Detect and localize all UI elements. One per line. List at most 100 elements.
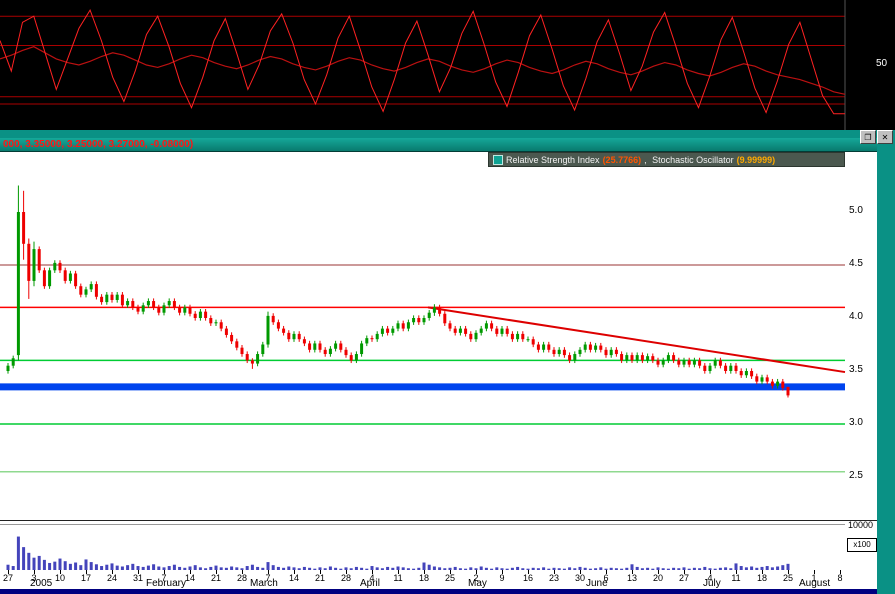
candle-body [215,322,218,323]
candle-body [527,339,530,340]
candle-body [636,355,639,360]
candle-body [464,329,467,334]
legend-window-icon [493,155,503,165]
month-label: March [250,579,278,589]
volume-bar [267,562,270,570]
candle-body [246,354,249,360]
price-chart-panel [0,152,877,520]
month-label: June [586,579,608,589]
candle-body [147,301,150,305]
candle-body [225,329,228,335]
candle-body [745,371,748,375]
candle-body [293,334,296,339]
candle-body [90,284,93,289]
candle-body [277,322,280,328]
week-label: 25 [779,573,797,583]
candle-body [33,249,36,281]
candle-body [724,366,727,371]
volume-bar [59,559,62,570]
candle-body [402,323,405,328]
candle-body [313,343,316,349]
candle-body [69,273,72,280]
week-label: 13 [623,573,641,583]
week-label: 17 [77,573,95,583]
week-label: 28 [233,573,251,583]
candle-body [449,323,452,328]
candle-body [521,334,524,339]
candle-body [667,355,670,360]
week-label: 27 [675,573,693,583]
candle-body [59,263,62,270]
candle-body [27,244,30,281]
downtrend-line [428,307,845,372]
candle-body [272,316,275,322]
candle-body [178,307,181,312]
legend-value-stochastic: (9.99999) [737,155,776,165]
volume-bar [48,563,51,570]
week-label: 21 [207,573,225,583]
close-icon: ✕ [882,133,889,142]
candle-body [391,329,394,333]
candle-body [345,350,348,355]
restore-window-button[interactable]: ❐ [860,130,876,144]
panel-divider [0,130,895,138]
indicator-legend: Relative Strength Index (25.7766) , Stoc… [488,152,845,167]
month-label: 2005 [30,579,52,589]
candle-body [365,338,368,343]
window-frame-right [877,138,895,594]
legend-separator: , [644,155,649,165]
candle-body [438,307,441,313]
candle-body [755,376,758,381]
candle-body [516,334,519,339]
candle-body [558,350,561,354]
candle-body [371,338,374,339]
candle-body [194,314,197,318]
candle-body [568,355,571,360]
candle-body [360,343,363,354]
candle-body [662,360,665,364]
volume-bar [64,561,67,570]
candle-body [303,339,306,343]
week-label: 23 [545,573,563,583]
candle-body [573,354,576,360]
price-scale-label: 4.5 [849,258,877,269]
week-label: 28 [337,573,355,583]
candle-body [532,339,535,344]
oscillator-plot [0,0,895,130]
volume-bar [38,556,41,570]
indicator-panel: 50 [0,0,895,130]
candle-body [298,334,301,339]
candle-body [709,366,712,371]
candle-body [443,314,446,324]
candle-body [501,329,504,334]
candle-body [43,270,46,286]
volume-bar [27,553,30,570]
candle-body [308,343,311,349]
candle-body [547,345,550,350]
candle-body [251,360,254,363]
candle-body [459,329,462,333]
volume-bar [74,563,77,570]
candle-body [469,334,472,339]
week-label: 10 [51,573,69,583]
price-scale-label: 4.0 [849,311,877,322]
candle-body [781,382,784,388]
close-window-button[interactable]: ✕ [877,130,893,144]
candle-body [142,305,145,311]
candle-body [735,366,738,371]
candle-body [282,329,285,333]
candle-body [267,316,270,345]
candle-body [324,350,327,354]
week-label: 14 [285,573,303,583]
candle-body [152,301,155,307]
restore-icon: ❐ [864,133,871,142]
candle-body [761,377,764,381]
candle-body [584,345,587,350]
candle-body [116,295,119,300]
candle-body [475,333,478,339]
week-label: 11 [389,573,407,583]
candle-body [111,295,114,300]
candle-body [79,286,82,294]
candle-body [480,329,483,333]
candle-body [230,335,233,341]
